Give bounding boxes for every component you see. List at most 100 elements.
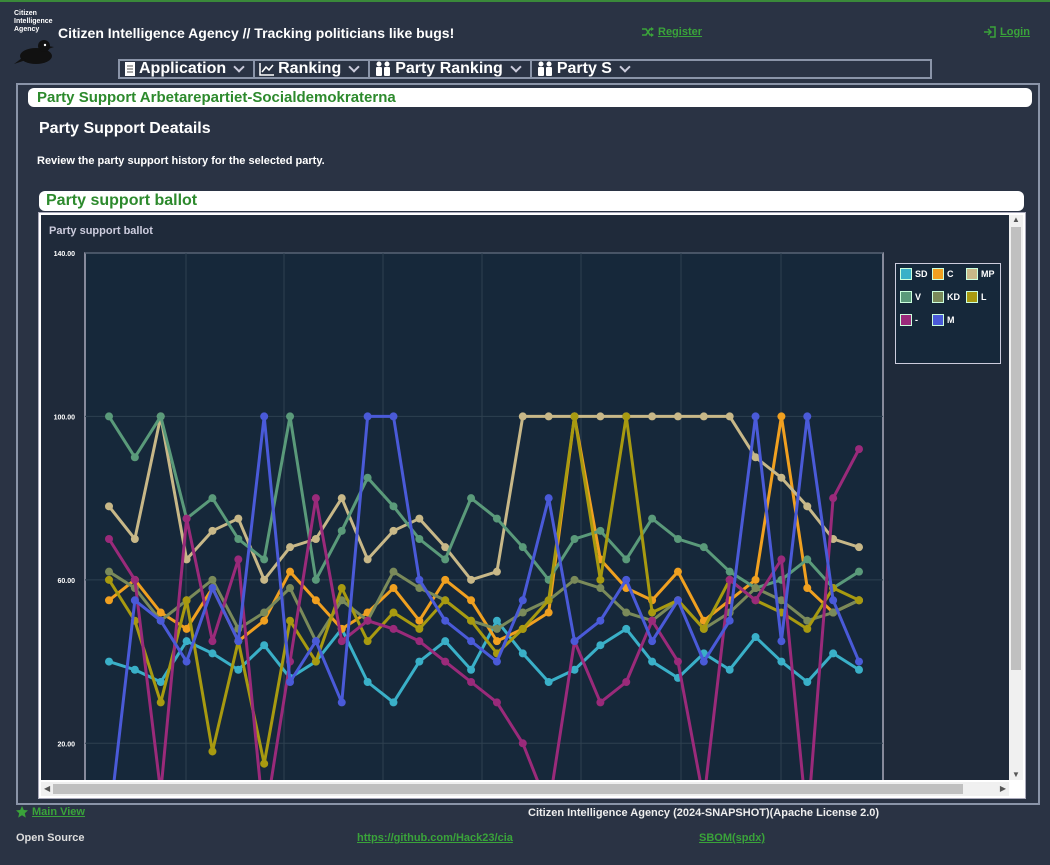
login-label[interactable]: Login [1000, 26, 1030, 38]
legend-item[interactable]: C [932, 268, 954, 280]
data-point [492, 657, 501, 666]
data-point [570, 575, 579, 584]
scroll-up-icon[interactable]: ▲ [1012, 213, 1020, 227]
legend-swatch [900, 268, 912, 280]
data-point [441, 555, 450, 564]
main-view-link[interactable]: Main View [16, 806, 85, 818]
data-point [596, 584, 605, 593]
register-label[interactable]: Register [658, 26, 702, 38]
menu-party-support[interactable]: Party S [529, 60, 639, 77]
data-point [725, 665, 734, 674]
data-point [777, 555, 786, 564]
scroll-right-icon[interactable]: ▶ [1000, 782, 1006, 796]
chevron-down-icon [619, 61, 631, 73]
legend-item[interactable]: L [966, 291, 987, 303]
data-point [105, 596, 113, 605]
legend-item[interactable]: SD [900, 268, 928, 280]
data-point [234, 514, 243, 523]
horizontal-scrollbar[interactable]: ◀ ▶ [41, 782, 1009, 796]
menu-application[interactable]: Application [120, 60, 253, 77]
data-point [363, 616, 372, 625]
sbom-link[interactable]: SBOM(spdx) [699, 832, 765, 844]
chart-line-icon [259, 63, 275, 76]
data-point [389, 502, 398, 511]
data-point [389, 567, 398, 576]
data-point [518, 412, 527, 421]
section-title: Party support ballot [39, 191, 1024, 211]
legend-swatch [932, 291, 944, 303]
people-icon [537, 61, 552, 76]
data-point [829, 494, 838, 503]
vertical-scrollbar[interactable]: ▲ ▼ [1009, 215, 1023, 780]
legend-swatch [900, 314, 912, 326]
data-point [751, 412, 760, 421]
data-point [855, 567, 863, 576]
vertical-scroll-thumb[interactable] [1011, 227, 1021, 670]
data-point [544, 678, 553, 686]
site-logo[interactable]: Citizen Intelligence Agency [14, 10, 58, 70]
data-point [699, 543, 708, 552]
data-point [234, 637, 243, 646]
chevron-down-icon [510, 61, 522, 73]
data-point [182, 657, 191, 666]
footer-copyright: Citizen Intelligence Agency (2024-SNAPSH… [528, 807, 880, 819]
menu-application-label: Application [139, 60, 227, 77]
menu-party-support-label: Party S [556, 60, 612, 77]
data-point [673, 657, 682, 666]
star-icon [16, 806, 28, 818]
data-point [803, 584, 812, 593]
data-point [363, 555, 372, 564]
chevron-down-icon [348, 61, 360, 73]
data-point [389, 608, 398, 617]
data-point [492, 698, 501, 707]
data-point [260, 555, 269, 564]
data-point [311, 596, 320, 605]
menu-party-ranking[interactable]: Party Ranking [368, 60, 530, 77]
chart-area: Party support ballot 20.00 60.00 100.00 140… [41, 215, 1009, 780]
register-link[interactable]: Register [642, 26, 702, 38]
legend-item[interactable]: M [932, 314, 955, 326]
data-point [492, 514, 501, 523]
site-brand: Citizen Intelligence Agency // Tracking … [58, 25, 455, 41]
horizontal-scroll-thumb[interactable] [53, 784, 963, 794]
legend-item[interactable]: KD [932, 291, 960, 303]
menu-ranking[interactable]: Ranking [253, 60, 368, 77]
data-point [725, 575, 734, 584]
main-view-label[interactable]: Main View [32, 806, 85, 818]
main-content: Party Support Arbetarepartiet-Socialdemo… [16, 83, 1040, 805]
github-link[interactable]: https://github.com/Hack23/cia [357, 832, 513, 844]
data-point [544, 608, 553, 617]
data-point [467, 596, 476, 605]
login-link[interactable]: Login [984, 26, 1030, 38]
data-point [622, 412, 631, 421]
legend-item[interactable]: - [900, 314, 918, 326]
data-point [803, 412, 812, 421]
data-point [286, 678, 295, 686]
legend-swatch [900, 291, 912, 303]
legend-item[interactable]: V [900, 291, 921, 303]
data-point [260, 412, 269, 421]
data-point [829, 596, 838, 605]
data-point [337, 526, 346, 535]
data-point [699, 412, 708, 421]
data-point [337, 637, 346, 646]
data-point [570, 637, 579, 646]
data-point [751, 453, 760, 462]
chart-frame: Party support ballot 20.00 60.00 100.00 140… [38, 212, 1026, 799]
data-point [105, 502, 113, 511]
data-point [260, 608, 269, 617]
data-point [286, 412, 295, 421]
data-point [855, 657, 863, 666]
data-point [130, 575, 139, 584]
data-point [311, 535, 320, 543]
data-point [415, 575, 424, 584]
data-point [337, 698, 346, 707]
scroll-left-icon[interactable]: ◀ [44, 782, 50, 796]
data-point [441, 616, 450, 625]
data-point [467, 678, 476, 686]
scroll-down-icon[interactable]: ▼ [1012, 768, 1020, 782]
data-point [622, 575, 631, 584]
logo-text-3: Agency [14, 26, 40, 33]
data-point [467, 637, 476, 646]
legend-item[interactable]: MP [966, 268, 995, 280]
